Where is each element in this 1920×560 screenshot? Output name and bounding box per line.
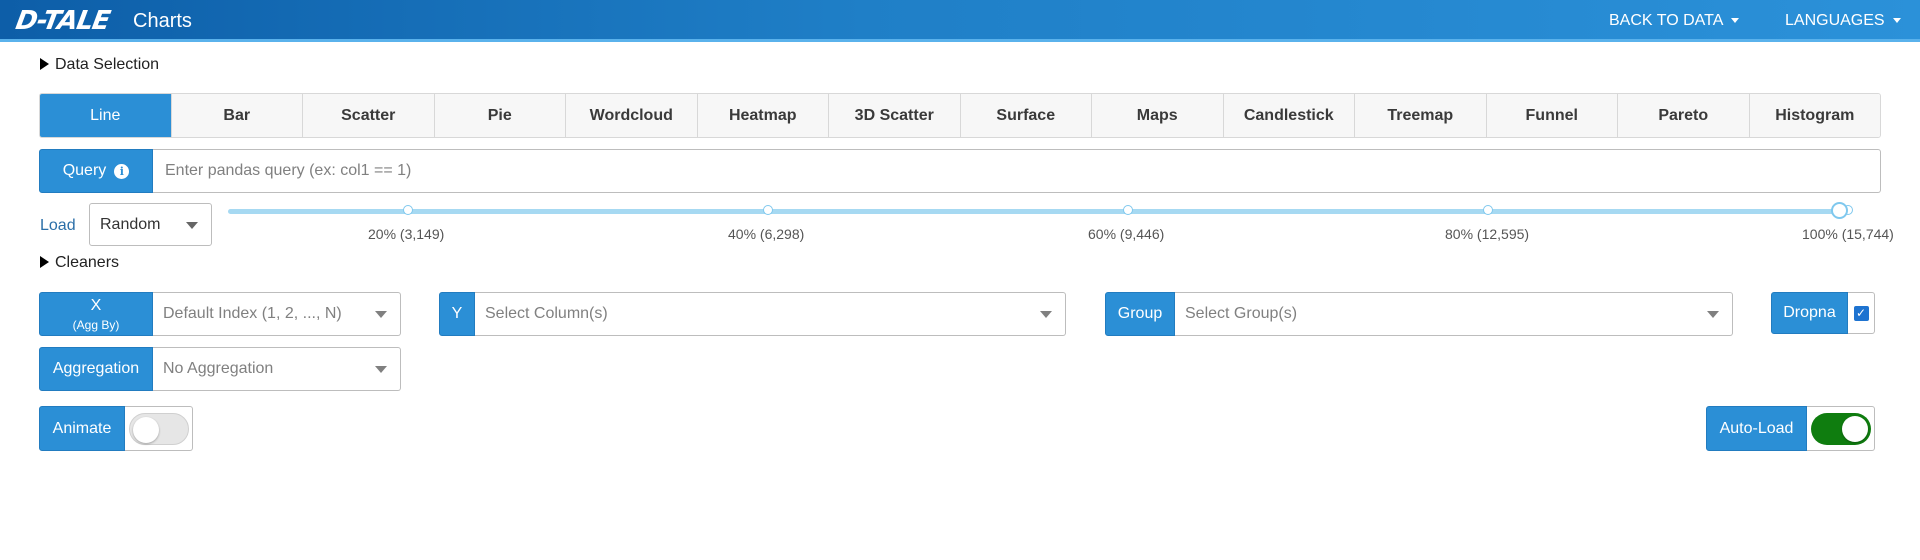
languages-menu[interactable]: LANGUAGES <box>1785 12 1901 30</box>
languages-label: LANGUAGES <box>1785 12 1885 29</box>
tab-bar[interactable]: Bar <box>171 94 303 137</box>
dropna-label-text: Dropna <box>1783 304 1836 321</box>
disclosure-triangle-icon <box>40 256 49 268</box>
y-label: Y <box>439 292 475 336</box>
animate-label: Animate <box>39 406 125 451</box>
group-select-placeholder: Select Group(s) <box>1185 305 1298 322</box>
load-select-value: Random <box>100 215 161 233</box>
dropna-label: Dropna <box>1771 292 1848 334</box>
aggregation-label: Aggregation <box>39 347 153 391</box>
tab-pie[interactable]: Pie <box>434 94 566 137</box>
dtale-logo[interactable]: D-TALE <box>13 6 111 36</box>
caret-down-icon <box>1731 18 1740 24</box>
toggle-knob <box>133 417 159 443</box>
data-selection-label: Data Selection <box>55 56 160 73</box>
dropna-checkbox-wrap: ✓ <box>1848 292 1875 334</box>
group-label-text: Group <box>1117 305 1163 322</box>
load-label: Load <box>40 217 76 234</box>
slider-mark-label: 20% (3,149) <box>368 226 445 242</box>
back-to-data-label: BACK TO DATA <box>1609 12 1724 29</box>
aggregation-label-text: Aggregation <box>52 360 140 377</box>
aggregation-select[interactable]: No Aggregation <box>153 347 401 391</box>
dropdown-arrow-icon <box>375 311 387 318</box>
dropdown-arrow-icon <box>1040 311 1052 318</box>
slider-mark-label: 80% (12,595) <box>1445 226 1530 242</box>
x-select-placeholder: Default Index (1, 2, ..., N) <box>163 305 342 322</box>
dropdown-arrow-icon <box>186 221 198 229</box>
load-slider-track[interactable] <box>228 209 1851 214</box>
animate-label-text: Animate <box>52 419 112 437</box>
caret-down-icon <box>1892 18 1901 24</box>
query-label: Query i <box>39 149 153 193</box>
tab-histogram[interactable]: Histogram <box>1749 94 1880 137</box>
checkmark-icon: ✓ <box>1855 305 1867 320</box>
tab-line[interactable]: Line <box>40 94 172 137</box>
dropna-checkbox[interactable]: ✓ <box>1853 305 1869 321</box>
tab-pareto[interactable]: Pareto <box>1618 94 1750 137</box>
tab-treemap[interactable]: Treemap <box>1355 94 1487 137</box>
dropdown-arrow-icon <box>375 366 387 373</box>
load-slider-handle[interactable] <box>1831 202 1848 219</box>
page-title: Charts <box>133 10 192 32</box>
tab-3d-scatter[interactable]: 3D Scatter <box>829 94 961 137</box>
slider-mark-dot[interactable] <box>1483 205 1493 215</box>
cleaners-label: Cleaners <box>55 254 120 271</box>
auto-load-toggle-wrap <box>1807 406 1875 451</box>
y-select-placeholder: Select Column(s) <box>485 305 608 322</box>
query-label-text: Query <box>62 162 107 179</box>
animate-toggle-wrap <box>125 406 193 451</box>
slider-mark-label: 100% (15,744) <box>1802 226 1894 242</box>
tab-heatmap[interactable]: Heatmap <box>697 94 829 137</box>
tab-funnel[interactable]: Funnel <box>1486 94 1618 137</box>
back-to-data-menu[interactable]: BACK TO DATA <box>1609 12 1740 30</box>
navbar: D-TALE Charts BACK TO DATA LANGUAGES <box>0 0 1920 42</box>
auto-load-toggle[interactable] <box>1811 413 1871 445</box>
chart-type-tabs: Line Bar Scatter Pie Wordcloud Heatmap 3D Scat… <box>39 93 1881 138</box>
tab-candlestick[interactable]: Candlestick <box>1223 94 1355 137</box>
slider-mark-dot[interactable] <box>763 205 773 215</box>
cleaners-toggle[interactable]: Cleaners <box>40 254 119 272</box>
slider-mark-label: 60% (9,446) <box>1088 226 1165 242</box>
slider-mark-dot[interactable] <box>403 205 413 215</box>
x-select[interactable]: Default Index (1, 2, ..., N) <box>153 292 401 336</box>
y-select[interactable]: Select Column(s) <box>475 292 1066 336</box>
x-label: X (Agg By) <box>39 292 153 336</box>
slider-mark-dot[interactable] <box>1123 205 1133 215</box>
data-selection-toggle[interactable]: Data Selection <box>40 56 159 74</box>
toggle-knob <box>1842 416 1868 442</box>
tab-scatter[interactable]: Scatter <box>303 94 435 137</box>
x-sublabel: (Agg By) <box>72 317 120 332</box>
aggregation-select-value: No Aggregation <box>163 360 274 377</box>
tab-surface[interactable]: Surface <box>960 94 1092 137</box>
load-select[interactable]: Random <box>89 203 212 246</box>
disclosure-triangle-icon <box>40 58 49 70</box>
slider-mark-label: 40% (6,298) <box>728 226 805 242</box>
group-select[interactable]: Select Group(s) <box>1175 292 1733 336</box>
y-label-text: Y <box>451 305 463 322</box>
tab-maps[interactable]: Maps <box>1092 94 1224 137</box>
tab-wordcloud[interactable]: Wordcloud <box>566 94 698 137</box>
info-icon[interactable]: i <box>114 163 130 179</box>
dropdown-arrow-icon <box>1707 311 1719 318</box>
auto-load-label: Auto-Load <box>1706 406 1807 451</box>
x-label-text: X <box>90 296 102 314</box>
auto-load-label-text: Auto-Load <box>1719 419 1794 437</box>
animate-toggle[interactable] <box>129 413 189 445</box>
query-input[interactable] <box>153 149 1881 193</box>
group-label: Group <box>1105 292 1175 336</box>
